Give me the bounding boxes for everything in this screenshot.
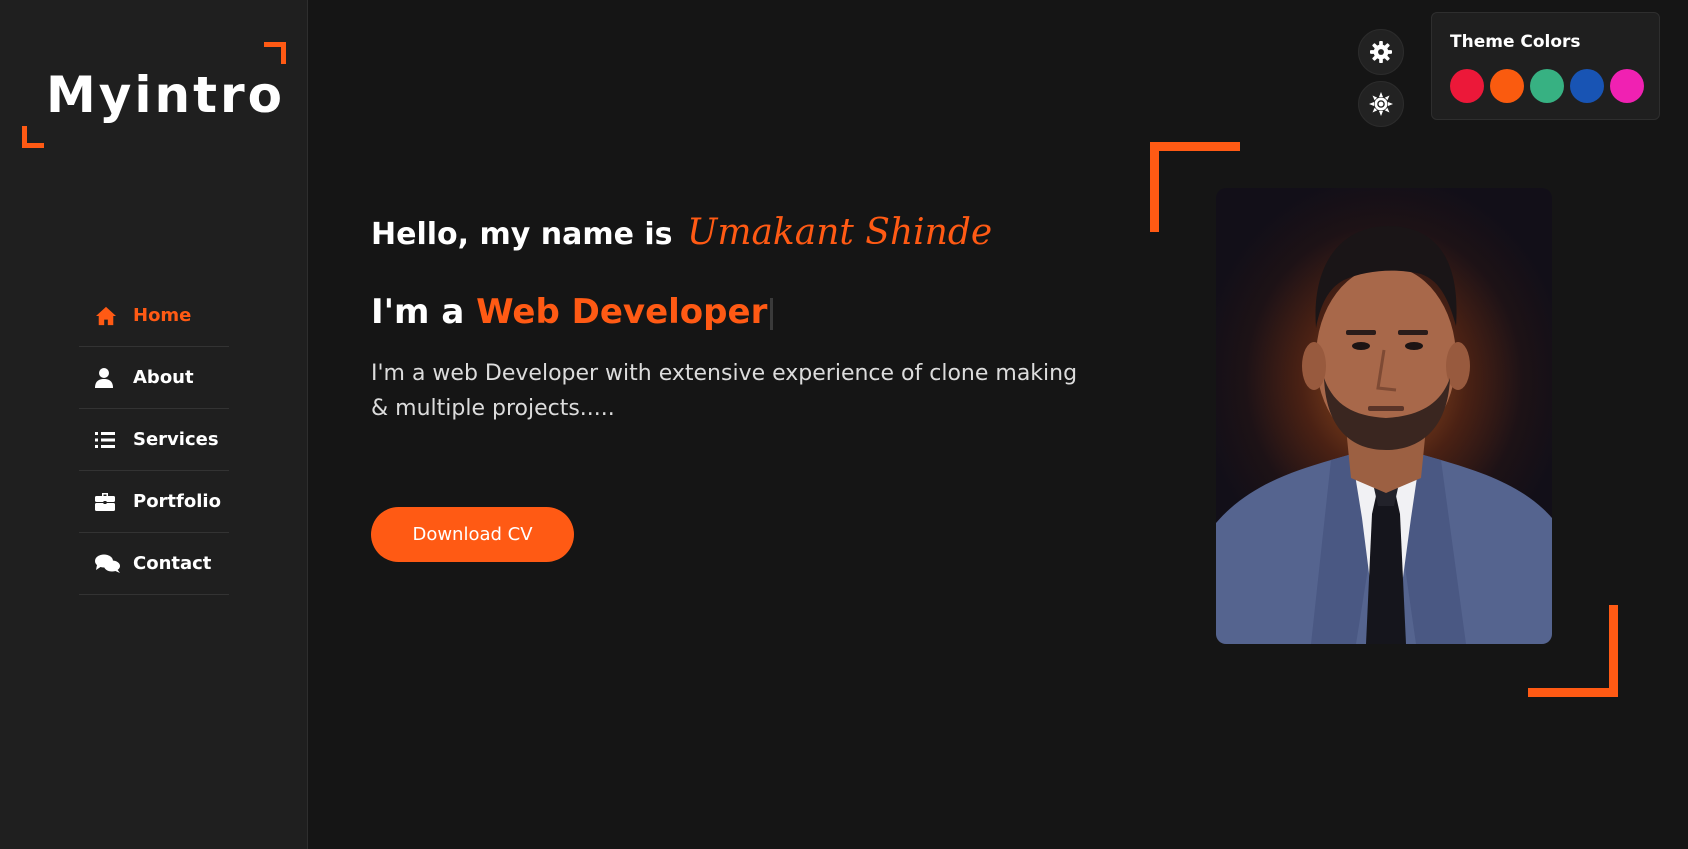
- nav-label-about: About: [133, 367, 194, 388]
- page: Myintro Home About Services Portfolio Co…: [0, 0, 1688, 849]
- logo-corner-top-right: [264, 42, 286, 64]
- role-prefix: I'm a: [371, 292, 465, 332]
- nav-label-services: Services: [133, 429, 219, 450]
- swatch-blue[interactable]: [1570, 69, 1604, 103]
- theme-colors-title: Theme Colors: [1450, 32, 1581, 52]
- nav-label-home: Home: [133, 305, 192, 326]
- gear-icon: [1370, 41, 1392, 63]
- nav-item-services[interactable]: Services: [79, 409, 229, 471]
- sun-icon: [1369, 92, 1393, 116]
- comments-icon: [95, 553, 121, 575]
- day-night-toggle-button[interactable]: [1358, 81, 1404, 127]
- swatch-orange[interactable]: [1490, 69, 1524, 103]
- nav-item-portfolio[interactable]: Portfolio: [79, 471, 229, 533]
- role-typed-text: Web Developer: [476, 292, 768, 332]
- role-heading: I'm a Web Developer: [371, 292, 774, 332]
- sidebar-nav: Home About Services Portfolio Contact: [79, 285, 229, 595]
- theme-swatches: [1450, 69, 1644, 103]
- swatch-pink[interactable]: [1610, 69, 1644, 103]
- greeting-name: Umakant Shinde: [686, 212, 993, 253]
- logo-corner-bottom-left: [22, 126, 44, 148]
- briefcase-icon: [95, 491, 121, 513]
- list-icon: [95, 429, 121, 451]
- swatch-red[interactable]: [1450, 69, 1484, 103]
- theme-colors-panel: Theme Colors: [1431, 12, 1660, 120]
- nav-item-about[interactable]: About: [79, 347, 229, 409]
- nav-item-contact[interactable]: Contact: [79, 533, 229, 595]
- logo-text: Myintro: [46, 66, 285, 124]
- typing-cursor: [770, 297, 774, 330]
- swatch-green[interactable]: [1530, 69, 1564, 103]
- nav-item-home[interactable]: Home: [79, 285, 229, 347]
- home-icon: [95, 305, 121, 327]
- greeting-heading: Hello, my name is Umakant Shinde: [371, 212, 992, 253]
- download-cv-button[interactable]: Download CV: [371, 507, 574, 562]
- greeting-prefix: Hello, my name is: [371, 217, 673, 252]
- sidebar: Myintro Home About Services Portfolio Co…: [0, 0, 308, 849]
- nav-label-contact: Contact: [133, 553, 212, 574]
- profile-photo: [1216, 188, 1552, 644]
- nav-label-portfolio: Portfolio: [133, 491, 221, 512]
- settings-toggle-button[interactable]: [1358, 29, 1404, 75]
- logo[interactable]: Myintro: [22, 42, 286, 148]
- profile-portrait-illustration: [1216, 226, 1552, 644]
- user-icon: [95, 367, 121, 389]
- intro-text: I'm a web Developer with extensive exper…: [371, 361, 1078, 421]
